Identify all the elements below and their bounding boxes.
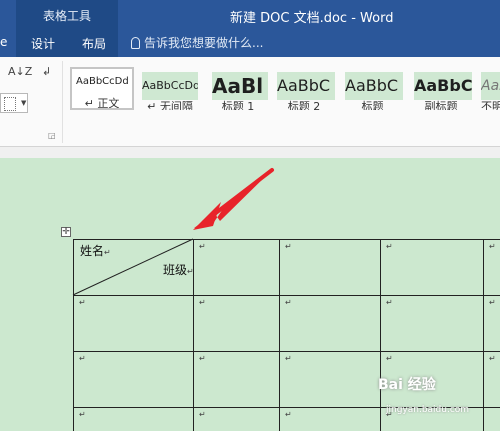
style-heading-1[interactable]: AaBl 标题 1 (208, 67, 268, 110)
style-caption: 标题 2 (287, 100, 321, 110)
tell-me-label: 告诉我您想要做什么... (144, 36, 264, 50)
style-sample: AaBbC (345, 72, 403, 100)
style-caption: 标题 (361, 100, 384, 110)
title-bar: 表格工具 新建 DOC 文档.doc - Word e 设计 布局 告诉我您想要… (0, 0, 500, 57)
watermark-logo: Bai 经验 (378, 377, 436, 393)
style-caption: 标题 1 (221, 100, 255, 110)
sort-az-icon[interactable]: A↓Z (8, 65, 32, 78)
diagonal-split-line (72, 238, 194, 296)
ruler-gap (0, 148, 500, 158)
ribbon: A↓Z ↲ ▼ ◲ AaBbCcDd ↵ 正文 AaBbCcDd ↵ 无间隔 A… (0, 57, 500, 147)
divider (62, 61, 63, 143)
style-heading-2[interactable]: AaBbC 标题 2 (273, 67, 335, 110)
style-normal[interactable]: AaBbCcDd ↵ 正文 (70, 67, 134, 110)
dialog-launcher-icon[interactable]: ◲ (48, 131, 56, 140)
tell-me-search[interactable]: 告诉我您想要做什么... (131, 34, 263, 51)
style-sample: AaBbC (277, 72, 335, 100)
style-subtle[interactable]: AaB 不明 (477, 67, 500, 110)
show-marks-icon[interactable]: ↲ (42, 65, 51, 78)
tab-partial[interactable]: e (0, 35, 8, 49)
style-sample: AaBl (212, 72, 268, 100)
document-canvas[interactable]: ✛ 姓名↵ 班级↵ ↵ ↵ ↵ ↵ ↵ ↵ ↵ ↵ ↵ ↵ ↵ ↵ ↵ ↵ ↵ … (0, 158, 500, 431)
style-caption: ↵ 无间隔 (147, 100, 193, 110)
style-sample: AaBbC (414, 72, 472, 100)
style-caption: 副标题 (424, 100, 458, 110)
style-sample: AaB (481, 72, 500, 100)
style-sample: AaBbCcDd (142, 72, 198, 100)
style-subtitle[interactable]: AaBbC 副标题 (410, 67, 472, 110)
borders-button[interactable]: ▼ (0, 93, 28, 113)
tab-layout[interactable]: 布局 (82, 35, 106, 52)
annotation-arrow-head (193, 202, 221, 230)
style-caption: 不明 (481, 100, 500, 110)
style-title[interactable]: AaBbC 标题 (341, 67, 404, 110)
watermark-url: jingyan.baidu.com (386, 405, 470, 415)
document-title: 新建 DOC 文档.doc - Word (230, 11, 394, 26)
chevron-down-icon: ▼ (21, 99, 27, 107)
lightbulb-icon (131, 37, 140, 49)
table-tools-label: 表格工具 (42, 9, 91, 23)
tab-design[interactable]: 设计 (31, 35, 55, 52)
style-caption: ↵ 正文 (84, 97, 120, 110)
style-no-spacing[interactable]: AaBbCcDd ↵ 无间隔 (138, 67, 202, 110)
